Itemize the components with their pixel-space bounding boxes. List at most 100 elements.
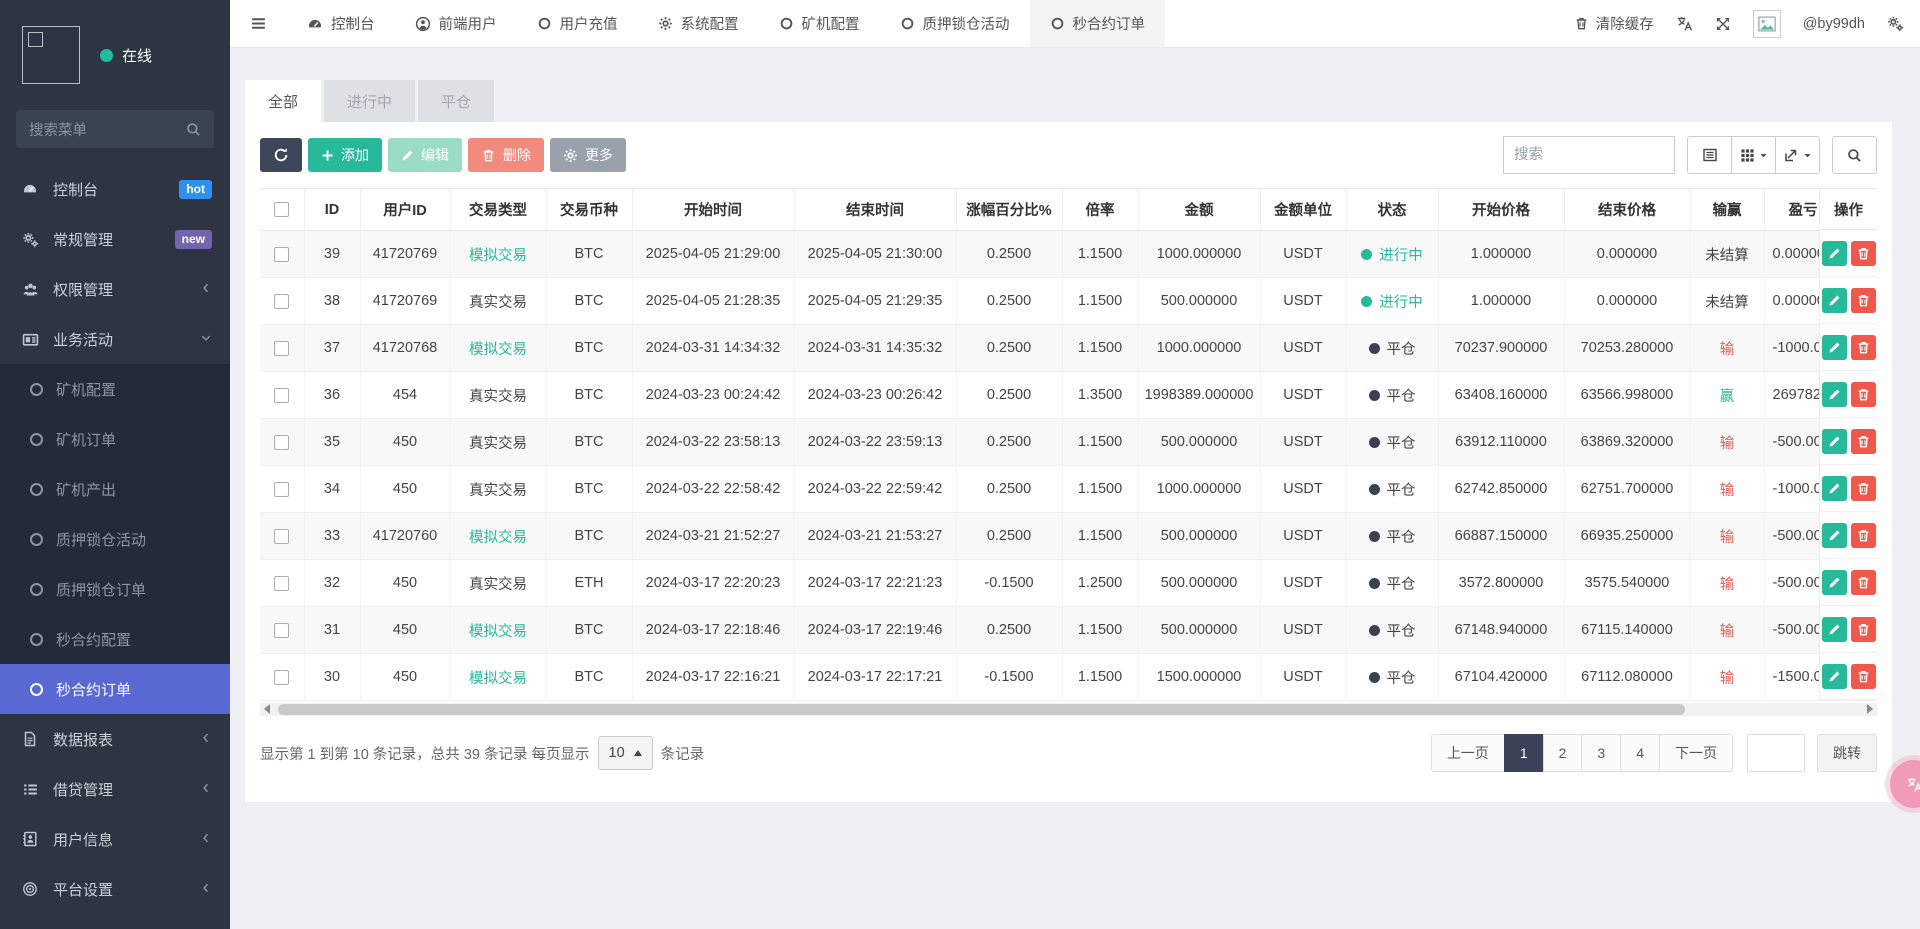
username-menu[interactable]: @by99dh (1803, 16, 1865, 32)
column-header[interactable]: 用户ID (360, 189, 450, 231)
search-submit-button[interactable] (1832, 136, 1877, 174)
nav-tab[interactable]: 秒合约订单 (1030, 0, 1166, 47)
table-search-input[interactable] (1503, 136, 1675, 174)
row-edit-button[interactable] (1822, 523, 1847, 548)
table-row[interactable]: 3741720768模拟交易BTC2024-03-31 14:34:322024… (260, 325, 1877, 372)
scrollbar-thumb[interactable] (278, 704, 1685, 715)
sidebar-item[interactable]: 平台设置 (0, 864, 230, 914)
nav-tab[interactable]: 控制台 (287, 0, 395, 47)
avatar-broken-image[interactable] (22, 26, 80, 84)
sidebar-subitem[interactable]: 矿机配置 (0, 364, 230, 414)
sidebar-item[interactable]: 控制台hot (0, 164, 230, 214)
row-checkbox[interactable] (274, 670, 289, 685)
row-checkbox[interactable] (274, 341, 289, 356)
sidebar-item[interactable]: 借贷管理 (0, 764, 230, 814)
sidebar-menu-search[interactable]: 搜索菜单 (16, 110, 214, 148)
horizontal-scrollbar[interactable] (260, 703, 1877, 716)
row-delete-button[interactable] (1851, 476, 1876, 501)
column-header[interactable]: 倍率 (1062, 189, 1138, 231)
column-header[interactable]: 金额单位 (1260, 189, 1346, 231)
row-delete-button[interactable] (1851, 241, 1876, 266)
page-button[interactable]: 4 (1620, 734, 1660, 772)
nav-tab[interactable]: 前端用户 (395, 0, 517, 47)
table-row[interactable]: 31450模拟交易BTC2024-03-17 22:18:462024-03-1… (260, 607, 1877, 654)
column-header[interactable]: 涨幅百分比% (956, 189, 1062, 231)
column-header[interactable]: 交易币种 (546, 189, 632, 231)
column-header[interactable]: 结束价格 (1564, 189, 1690, 231)
sidebar-item[interactable]: 用户信息 (0, 814, 230, 864)
refresh-button[interactable] (260, 138, 302, 172)
sidebar-subitem[interactable]: 秒合约配置 (0, 614, 230, 664)
column-header[interactable]: ID (304, 189, 360, 231)
row-edit-button[interactable] (1822, 382, 1847, 407)
row-edit-button[interactable] (1822, 429, 1847, 454)
columns-button[interactable] (1731, 136, 1776, 174)
row-checkbox[interactable] (274, 529, 289, 544)
column-header[interactable]: 开始价格 (1438, 189, 1564, 231)
edit-button[interactable]: 编辑 (388, 138, 462, 172)
row-delete-button[interactable] (1851, 617, 1876, 642)
table-row[interactable]: 34450真实交易BTC2024-03-22 22:58:422024-03-2… (260, 466, 1877, 513)
column-header[interactable]: 输赢 (1690, 189, 1764, 231)
nav-tab[interactable]: 质押锁仓活动 (880, 0, 1030, 47)
table-row[interactable]: 30450模拟交易BTC2024-03-17 22:16:212024-03-1… (260, 654, 1877, 701)
row-delete-button[interactable] (1851, 288, 1876, 313)
page-button[interactable]: 3 (1581, 734, 1621, 772)
row-edit-button[interactable] (1822, 335, 1847, 360)
sidebar-subitem[interactable]: 质押锁仓订单 (0, 564, 230, 614)
table-row[interactable]: 32450真实交易ETH2024-03-17 22:20:232024-03-1… (260, 560, 1877, 607)
more-button[interactable]: 更多 (550, 138, 626, 172)
page-button[interactable]: 1 (1504, 734, 1544, 772)
row-checkbox[interactable] (274, 294, 289, 309)
table-row[interactable]: 36454真实交易BTC2024-03-23 00:24:422024-03-2… (260, 372, 1877, 419)
sidebar-item[interactable]: 数据报表 (0, 714, 230, 764)
column-header[interactable]: 交易类型 (450, 189, 546, 231)
scroll-right-arrow-icon[interactable] (1867, 704, 1873, 714)
nav-tab[interactable]: 矿机配置 (759, 0, 880, 47)
prev-page-button[interactable]: 上一页 (1431, 734, 1505, 772)
row-edit-button[interactable] (1822, 617, 1847, 642)
filter-tab[interactable]: 进行中 (324, 80, 415, 122)
add-button[interactable]: 添加 (308, 138, 382, 172)
row-checkbox[interactable] (274, 482, 289, 497)
user-avatar[interactable] (1753, 10, 1781, 38)
table-row[interactable]: 3341720760模拟交易BTC2024-03-21 21:52:272024… (260, 513, 1877, 560)
sidebar-subitem[interactable]: 矿机产出 (0, 464, 230, 514)
page-jump-button[interactable]: 跳转 (1817, 734, 1877, 772)
settings-button[interactable] (1887, 15, 1904, 32)
row-edit-button[interactable] (1822, 476, 1847, 501)
scroll-left-arrow-icon[interactable] (264, 704, 270, 714)
nav-tab[interactable]: 用户充值 (517, 0, 638, 47)
per-page-select[interactable]: 10 (598, 736, 653, 770)
row-delete-button[interactable] (1851, 382, 1876, 407)
row-delete-button[interactable] (1851, 664, 1876, 689)
sidebar-item[interactable]: 常规管理new (0, 214, 230, 264)
sidebar-subitem[interactable]: 秒合约订单 (0, 664, 230, 714)
row-checkbox[interactable] (274, 576, 289, 591)
next-page-button[interactable]: 下一页 (1659, 734, 1733, 772)
sidebar-item[interactable]: 权限管理 (0, 264, 230, 314)
table-row[interactable]: 35450真实交易BTC2024-03-22 23:58:132024-03-2… (260, 419, 1877, 466)
page-button[interactable]: 2 (1543, 734, 1583, 772)
column-header[interactable]: 金额 (1138, 189, 1260, 231)
export-button[interactable] (1775, 136, 1820, 174)
delete-button[interactable]: 删除 (468, 138, 544, 172)
filter-tab[interactable]: 全部 (245, 80, 321, 122)
row-checkbox[interactable] (274, 435, 289, 450)
select-all-checkbox[interactable] (274, 202, 289, 217)
row-edit-button[interactable] (1822, 288, 1847, 313)
table-row[interactable]: 3841720769真实交易BTC2025-04-05 21:28:352025… (260, 278, 1877, 325)
row-delete-button[interactable] (1851, 429, 1876, 454)
row-checkbox[interactable] (274, 623, 289, 638)
table-row[interactable]: 3941720769模拟交易BTC2025-04-05 21:29:002025… (260, 231, 1877, 278)
sidebar-subitem[interactable]: 矿机订单 (0, 414, 230, 464)
sidebar-subitem[interactable]: 质押锁仓活动 (0, 514, 230, 564)
row-checkbox[interactable] (274, 388, 289, 403)
fullscreen-button[interactable] (1715, 16, 1731, 32)
row-checkbox[interactable] (274, 247, 289, 262)
row-delete-button[interactable] (1851, 335, 1876, 360)
hamburger-button[interactable] (230, 0, 287, 47)
row-edit-button[interactable] (1822, 241, 1847, 266)
row-delete-button[interactable] (1851, 570, 1876, 595)
column-header[interactable]: 结束时间 (794, 189, 956, 231)
